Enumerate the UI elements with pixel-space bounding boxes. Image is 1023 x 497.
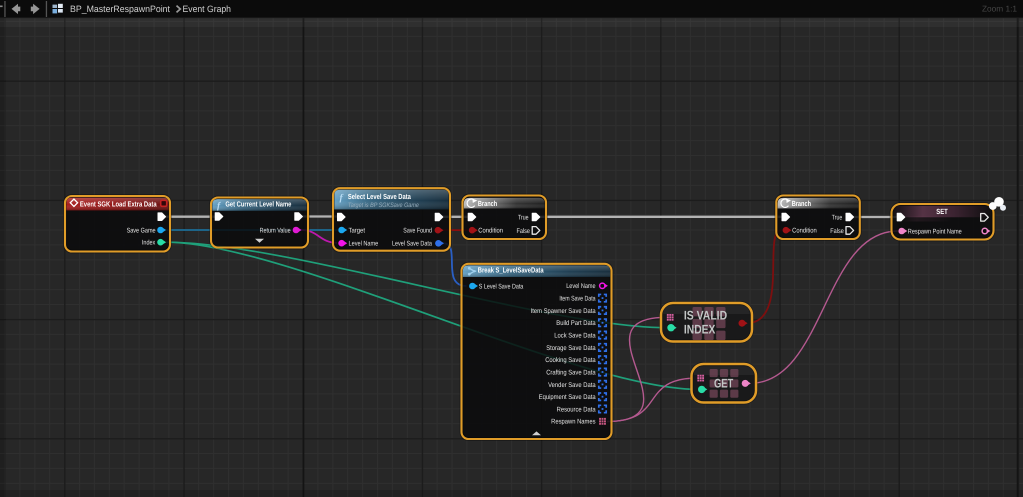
svg-text:Zoom 1:1: Zoom 1:1 <box>982 3 1017 13</box>
svg-text:Level Name: Level Name <box>566 283 596 290</box>
svg-text:Select Level Save Data: Select Level Save Data <box>348 192 412 201</box>
svg-text:Storage Save Data: Storage Save Data <box>546 345 596 352</box>
svg-text:Item Save Data: Item Save Data <box>559 296 595 303</box>
svg-text:Equipment Save Data: Equipment Save Data <box>539 394 596 401</box>
svg-text:Lock Save Data: Lock Save Data <box>554 332 595 339</box>
svg-text:Vender Save Data: Vender Save Data <box>548 382 596 389</box>
svg-text:True: True <box>832 215 843 222</box>
svg-text:Condition: Condition <box>478 228 503 235</box>
svg-text:False: False <box>517 228 531 235</box>
svg-text:Item Spawner Save Data: Item Spawner Save Data <box>531 308 596 315</box>
svg-text:SET: SET <box>936 207 948 216</box>
svg-text:Resource Data: Resource Data <box>557 406 596 413</box>
svg-text:Level Name: Level Name <box>349 240 379 247</box>
svg-text:Target: Target <box>349 227 366 234</box>
svg-text:GET: GET <box>714 377 734 391</box>
svg-text:S Level Save Data: S Level Save Data <box>479 283 524 290</box>
svg-text:Save Found: Save Found <box>403 228 432 235</box>
svg-text:Build Part Data: Build Part Data <box>556 320 595 327</box>
svg-text:Index: Index <box>142 239 156 246</box>
svg-text:Get Current Level Name: Get Current Level Name <box>225 199 291 208</box>
svg-text:INDEX: INDEX <box>684 323 716 337</box>
svg-text:Respawn Point Name: Respawn Point Name <box>908 228 962 235</box>
svg-text:Branch: Branch <box>478 199 498 208</box>
svg-text:Level Save Data: Level Save Data <box>392 241 432 248</box>
svg-text:Event SGK Load Extra Data: Event SGK Load Extra Data <box>80 200 157 209</box>
svg-text:True: True <box>518 215 529 222</box>
svg-text:Cooking Save Data: Cooking Save Data <box>545 357 596 364</box>
svg-text:BP_MasterRespawnPoint: BP_MasterRespawnPoint <box>70 4 170 14</box>
svg-text:Save Game: Save Game <box>127 227 156 234</box>
svg-text:IS VALID: IS VALID <box>684 309 727 323</box>
svg-text:Event Graph: Event Graph <box>183 4 232 14</box>
svg-text:Break S_LevelSaveData: Break S_LevelSaveData <box>478 266 544 275</box>
svg-text:False: False <box>830 228 844 235</box>
svg-text:Condition: Condition <box>792 228 817 235</box>
svg-text:Branch: Branch <box>792 199 812 208</box>
svg-text:Return Value: Return Value <box>260 227 291 234</box>
svg-text:Target is BP SGKSave Game: Target is BP SGKSave Game <box>348 202 419 209</box>
svg-text:Respawn Names: Respawn Names <box>551 419 596 426</box>
svg-text:Crafting Save Data: Crafting Save Data <box>546 369 596 376</box>
